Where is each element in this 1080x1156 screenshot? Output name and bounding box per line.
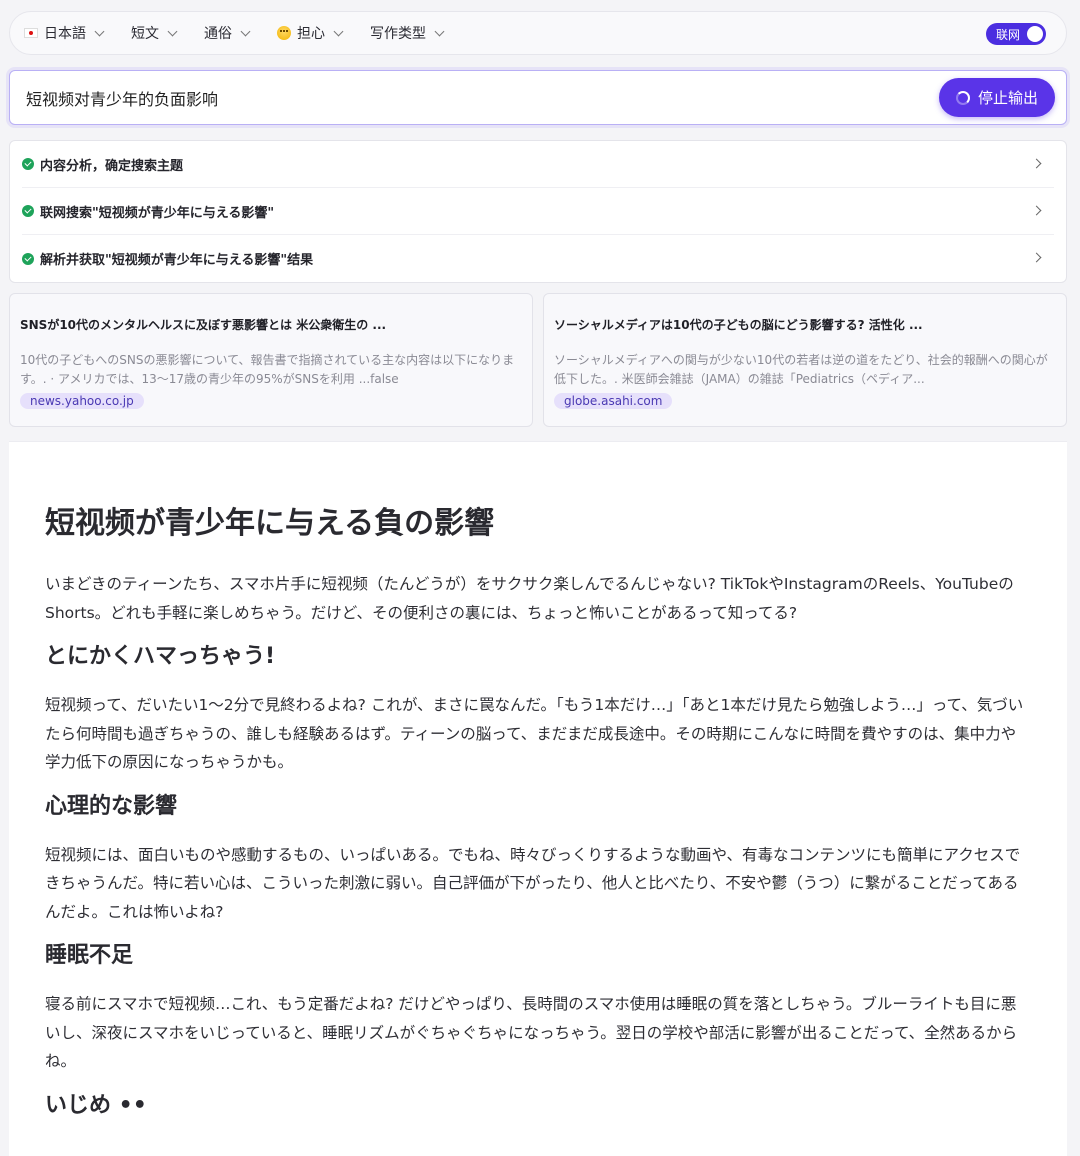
- step-item[interactable]: 内容分析，确定搜索主题: [22, 141, 1054, 188]
- query-input[interactable]: 短视频对青少年的负面影响 停止输出: [9, 70, 1067, 125]
- writing-assistant-page: 日本語 短文 通俗 担心 写作类型 联网 短视频对青少年的负面影响 停止输出 内…: [0, 0, 1080, 1156]
- source-title[interactable]: SNSが10代のメンタルヘルスに及ぼす悪影響とは 米公衆衛生の ...: [20, 316, 522, 333]
- step-item[interactable]: 联网搜索"短视频が青少年に与える影響": [22, 188, 1054, 235]
- stop-output-label: 停止输出: [977, 89, 1038, 107]
- style-label: 通俗: [204, 26, 232, 42]
- query-text: 短视频对青少年的负面影响: [26, 89, 219, 109]
- chevron-down-icon: [240, 26, 251, 36]
- length-select[interactable]: 短文: [131, 23, 178, 43]
- tone-label: 担心: [297, 26, 325, 42]
- writing-type-select[interactable]: 写作类型: [370, 23, 445, 43]
- source-card[interactable]: ソーシャルメディアは10代の子どもの脳にどう影響する? 活性化 ... ソーシャ…: [543, 293, 1067, 427]
- options-toolbar: 日本語 短文 通俗 担心 写作类型 联网: [9, 11, 1067, 55]
- network-toggle[interactable]: 联网: [986, 23, 1046, 45]
- progress-steps: 内容分析，确定搜索主题 联网搜索"短视频が青少年に与える影響" 解析并获取"短视…: [9, 140, 1067, 283]
- loading-spinner-icon: [955, 90, 970, 105]
- check-circle-icon: [22, 252, 34, 265]
- length-label: 短文: [131, 26, 159, 42]
- chevron-down-icon: [333, 26, 344, 36]
- language-label: 日本語: [44, 26, 86, 42]
- step-item[interactable]: 解析并获取"短视频が青少年に与える影響"结果: [22, 235, 1054, 282]
- check-circle-icon: [22, 205, 34, 217]
- style-select[interactable]: 通俗: [204, 23, 251, 43]
- language-select[interactable]: 日本語: [24, 23, 105, 43]
- section-body: 短视频には、面白いものや感動するもの、いっぱいある。でもね、時々びっくりするよう…: [45, 845, 1021, 921]
- chevron-right-icon[interactable]: [1031, 252, 1042, 263]
- chevron-right-icon[interactable]: [1031, 205, 1042, 216]
- writing-type-label: 写作类型: [370, 26, 426, 42]
- chevron-down-icon: [167, 26, 178, 36]
- chevron-right-icon[interactable]: [1031, 158, 1042, 169]
- step-label: 联网搜索"短视频が青少年に与える影響": [40, 205, 275, 221]
- section-body: 短视频って、だいたい1～2分で見終わるよね? これが、まさに罠なんだ。「もう1本…: [45, 696, 1024, 771]
- section-heading: 睡眠不足: [45, 943, 134, 968]
- source-title[interactable]: ソーシャルメディアは10代の子どもの脳にどう影響する? 活性化 ...: [554, 316, 1056, 333]
- chevron-down-icon: [94, 26, 105, 36]
- article-intro: いまどきのティーンたち、スマホ片手に短视频（たんどうが）をサクサク楽しんでるんじ…: [45, 575, 1014, 622]
- check-circle-icon: [22, 158, 34, 170]
- source-snippet: 10代の子どもへのSNSの悪影響について、報告書で指摘されている主な内容は以下に…: [20, 353, 515, 386]
- toggle-knob: [1027, 26, 1043, 42]
- japan-flag-icon: [24, 28, 38, 38]
- source-snippet: ソーシャルメディアへの関与が少ない10代の若者は逆の道をたどり、社会的報酬への関…: [554, 353, 1048, 386]
- source-domain-badge[interactable]: globe.asahi.com: [554, 393, 673, 409]
- source-domain-badge[interactable]: news.yahoo.co.jp: [20, 393, 144, 409]
- tone-select[interactable]: 担心: [277, 23, 344, 43]
- section-heading: とにかくハマっちゃう!: [45, 644, 276, 669]
- stop-output-button[interactable]: 停止输出: [939, 78, 1055, 117]
- generated-article: 短视频が青少年に与える負の影響 いまどきのティーンたち、スマホ片手に短视频（たん…: [9, 441, 1067, 1156]
- section-heading: 心理的な影響: [45, 793, 178, 819]
- article-title: 短视频が青少年に与える負の影響: [45, 506, 495, 541]
- section-body: 寝る前にスマホで短视频…これ、もう定番だよね? だけどやっぱり、長時間のスマホ使…: [45, 995, 1018, 1070]
- source-card[interactable]: SNSが10代のメンタルヘルスに及ぼす悪影響とは 米公衆衛生の ... 10代の…: [9, 293, 533, 427]
- step-label: 内容分析，确定搜索主题: [40, 158, 184, 174]
- chevron-down-icon: [434, 26, 445, 36]
- worried-face-icon: [277, 26, 291, 40]
- section-heading: いじめ ••: [45, 1092, 147, 1118]
- network-toggle-label: 联网: [996, 27, 1021, 42]
- step-label: 解析并获取"短视频が青少年に与える影響"结果: [40, 253, 314, 268]
